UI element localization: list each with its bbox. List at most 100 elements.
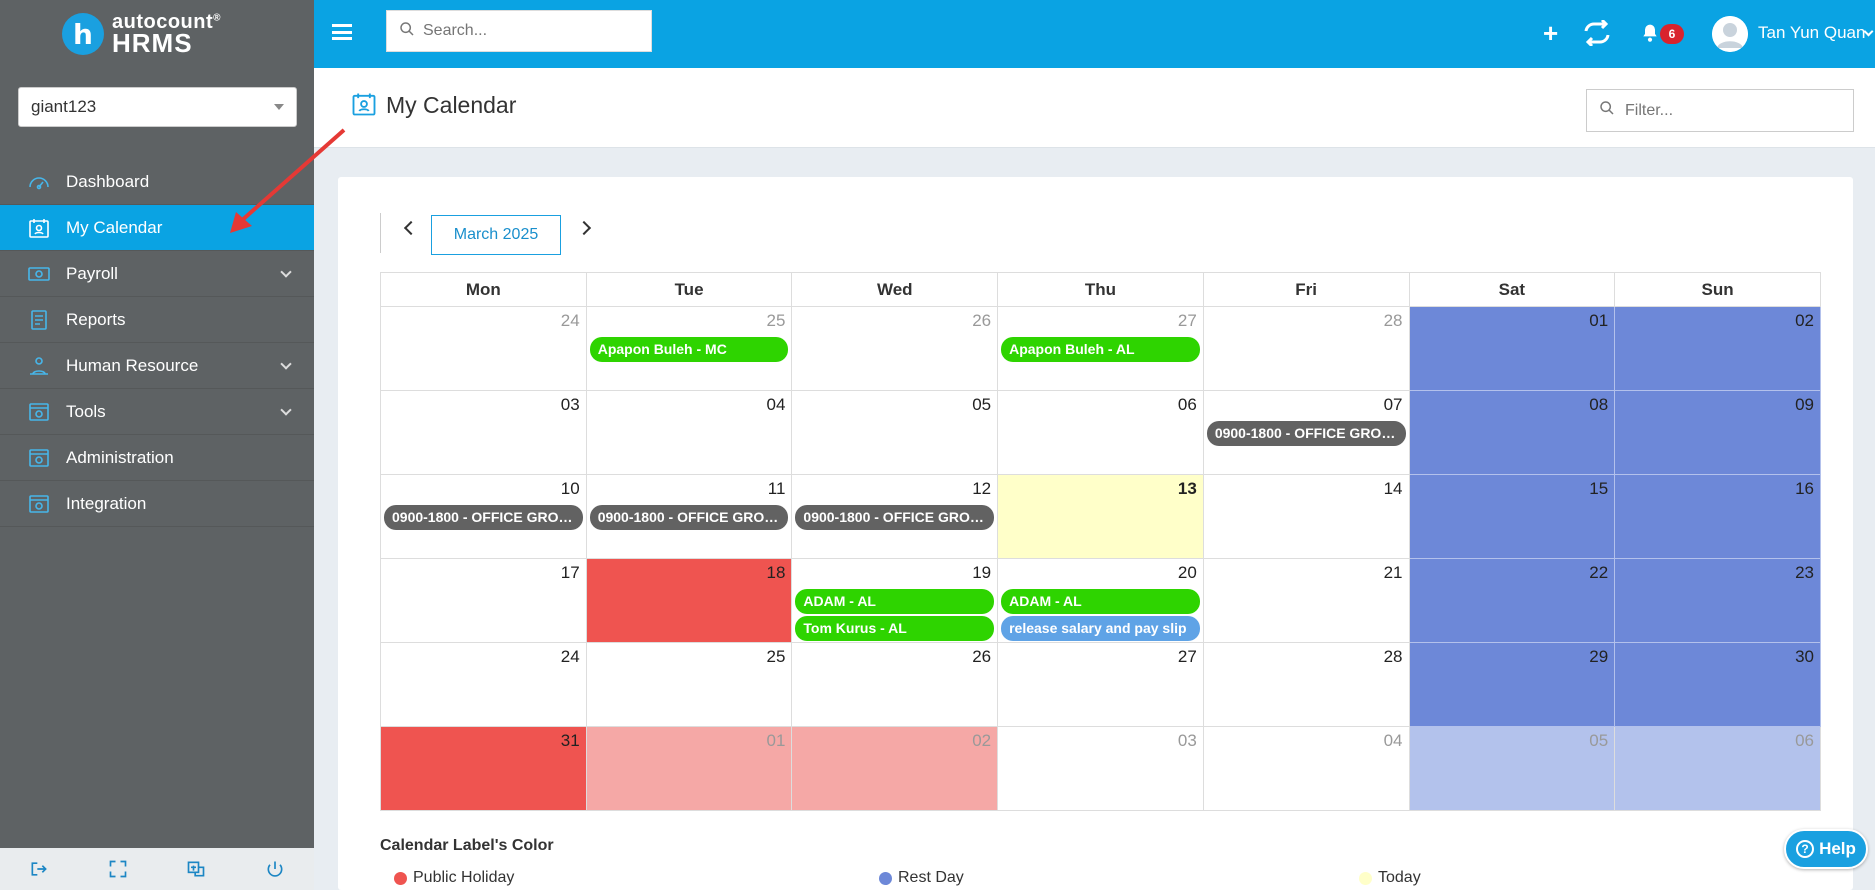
calendar-day-cell[interactable]: 15 xyxy=(1408,474,1616,559)
calendar-day-cell[interactable]: 03 xyxy=(380,390,587,475)
calendar-day-cell[interactable]: 09 xyxy=(1614,390,1821,475)
payroll-icon xyxy=(26,261,52,287)
day-number: 02 xyxy=(1795,311,1814,330)
day-number: 27 xyxy=(1177,647,1197,666)
calendar-day-cell[interactable]: 18 xyxy=(585,558,793,643)
company-select[interactable]: giant123 xyxy=(18,87,297,127)
calendar-day-cell[interactable]: 27 xyxy=(997,642,1204,727)
calendar-day-cell[interactable]: 24 xyxy=(380,306,587,391)
user-avatar[interactable] xyxy=(1712,16,1748,52)
calendar-day-cell[interactable]: 23 xyxy=(1614,558,1821,643)
translate-icon[interactable] xyxy=(185,858,207,880)
calendar-day-cell[interactable]: 05 xyxy=(1408,726,1616,811)
day-number: 24 xyxy=(560,647,580,666)
search-box[interactable] xyxy=(386,10,652,52)
day-number: 03 xyxy=(1177,731,1197,750)
calendar-day-cell[interactable]: 04 xyxy=(1202,726,1410,811)
weekday-fri: Fri xyxy=(1202,272,1410,307)
calendar-day-cell[interactable]: 14 xyxy=(1202,474,1410,559)
calendar-card: March 2025 Mon Tue Wed Thu Fri Sat Sun 24 25 Apa… xyxy=(338,177,1853,890)
calendar-day-cell[interactable]: 02 xyxy=(1614,306,1821,391)
autocount-hrms-logo[interactable]: h autocount® HRMS xyxy=(62,12,221,56)
calendar-day-cell[interactable]: 27 Apapon Buleh - AL xyxy=(997,306,1204,391)
calendar-day-cell[interactable]: 02 xyxy=(791,726,999,811)
calendar-day-cell[interactable]: 20 ADAM - AL release salary and pay slip xyxy=(997,558,1204,643)
sidebar-item-dashboard[interactable]: Dashboard xyxy=(0,159,314,205)
calendar-event[interactable]: 0900-1800 - OFFICE GROUP xyxy=(589,505,789,530)
day-number: 10 xyxy=(560,479,580,498)
calendar-day-cell[interactable]: 13 xyxy=(997,474,1204,559)
filter-box[interactable] xyxy=(1586,89,1854,132)
calendar-day-cell[interactable]: 05 xyxy=(791,390,999,475)
filter-input[interactable] xyxy=(1625,101,1845,120)
calendar-day-cell[interactable]: 24 xyxy=(380,642,587,727)
chevron-down-icon xyxy=(280,404,292,416)
calendar-day-cell[interactable]: 28 xyxy=(1202,306,1410,391)
calendar-event[interactable]: ADAM - AL xyxy=(795,589,995,614)
calendar-day-cell[interactable]: 06 xyxy=(1614,726,1821,811)
calendar-day-cell[interactable]: 25 xyxy=(585,642,793,727)
calendar-event[interactable]: release salary and pay slip xyxy=(1001,616,1200,641)
calendar-day-cell[interactable]: 01 xyxy=(585,726,793,811)
calendar-day-cell[interactable]: 19 ADAM - AL Tom Kurus - AL xyxy=(791,558,999,643)
sidebar-item-my-calendar[interactable]: My Calendar xyxy=(0,205,314,251)
legend-title: Calendar Label's Color xyxy=(380,837,554,854)
calendar-day-cell[interactable]: 08 xyxy=(1408,390,1616,475)
previous-month-button[interactable] xyxy=(403,220,419,236)
day-number: 03 xyxy=(560,395,580,414)
calendar-day-cell[interactable]: 26 xyxy=(791,642,999,727)
sidebar-item-tools[interactable]: Tools xyxy=(0,389,314,435)
fullscreen-icon[interactable] xyxy=(107,858,129,880)
calendar-day-cell[interactable]: 16 xyxy=(1614,474,1821,559)
calendar-week-row: 24 25 26 27 28 29 30 xyxy=(380,642,1821,727)
calendar-day-cell[interactable]: 03 xyxy=(997,726,1204,811)
hamburger-menu-icon[interactable] xyxy=(332,24,352,40)
notification-bell-icon[interactable] xyxy=(1640,22,1660,49)
logo-mark: h xyxy=(62,13,104,55)
add-icon[interactable]: + xyxy=(1543,18,1558,49)
switch-icon[interactable] xyxy=(1582,18,1612,51)
integration-icon xyxy=(26,491,52,517)
help-button-label: Help xyxy=(1819,839,1856,858)
calendar-event[interactable]: ADAM - AL xyxy=(1001,589,1200,614)
weekday-header-row: Mon Tue Wed Thu Fri Sat Sun xyxy=(380,272,1821,307)
calendar-day-cell[interactable]: 25 Apapon Buleh - MC xyxy=(585,306,793,391)
power-icon[interactable] xyxy=(264,858,286,880)
sidebar-item-integration[interactable]: Integration xyxy=(0,481,314,527)
user-name[interactable]: Tan Yun Quan xyxy=(1758,23,1865,43)
calendar-day-cell[interactable]: 29 xyxy=(1408,642,1616,727)
sidebar-item-reports[interactable]: Reports xyxy=(0,297,314,343)
calendar-event[interactable]: Apapon Buleh - MC xyxy=(589,337,789,362)
sidebar-item-human-resource[interactable]: Human Resource xyxy=(0,343,314,389)
calendar-day-cell[interactable]: 31 xyxy=(380,726,587,811)
weekday-tue: Tue xyxy=(585,272,793,307)
calendar-day-cell[interactable]: 07 0900-1800 - OFFICE GROUP xyxy=(1202,390,1410,475)
sidebar-item-label: Tools xyxy=(66,401,106,421)
calendar-day-cell[interactable]: 04 xyxy=(585,390,793,475)
calendar-event[interactable]: 0900-1800 - OFFICE GROUP xyxy=(1206,421,1406,446)
calendar-day-cell[interactable]: 10 0900-1800 - OFFICE GROUP xyxy=(380,474,587,559)
calendar-event[interactable]: 0900-1800 - OFFICE GROUP xyxy=(795,505,995,530)
sidebar-item-payroll[interactable]: Payroll xyxy=(0,251,314,297)
month-picker-button[interactable]: March 2025 xyxy=(431,215,561,255)
calendar-day-cell[interactable]: 12 0900-1800 - OFFICE GROUP xyxy=(791,474,999,559)
next-month-button[interactable] xyxy=(576,220,592,236)
calendar-day-cell[interactable]: 21 xyxy=(1202,558,1410,643)
logout-icon[interactable] xyxy=(28,858,50,880)
calendar-event[interactable]: Apapon Buleh - AL xyxy=(1001,337,1200,362)
sidebar-item-label: Integration xyxy=(66,493,147,513)
calendar-day-cell[interactable]: 06 xyxy=(997,390,1204,475)
calendar-day-cell[interactable]: 28 xyxy=(1202,642,1410,727)
search-input[interactable] xyxy=(423,22,623,40)
help-button[interactable]: ? Help xyxy=(1784,829,1868,869)
sidebar-item-administration[interactable]: Administration xyxy=(0,435,314,481)
calendar-day-cell[interactable]: 30 xyxy=(1614,642,1821,727)
calendar-event[interactable]: Tom Kurus - AL xyxy=(795,616,995,641)
calendar-day-cell[interactable]: 11 0900-1800 - OFFICE GROUP xyxy=(585,474,793,559)
calendar-event[interactable]: 0900-1800 - OFFICE GROUP xyxy=(384,505,583,530)
calendar-day-cell[interactable]: 26 xyxy=(791,306,999,391)
logo-brand-bottom: HRMS xyxy=(112,28,193,58)
calendar-day-cell[interactable]: 01 xyxy=(1408,306,1616,391)
calendar-day-cell[interactable]: 17 xyxy=(380,558,587,643)
calendar-day-cell[interactable]: 22 xyxy=(1408,558,1616,643)
